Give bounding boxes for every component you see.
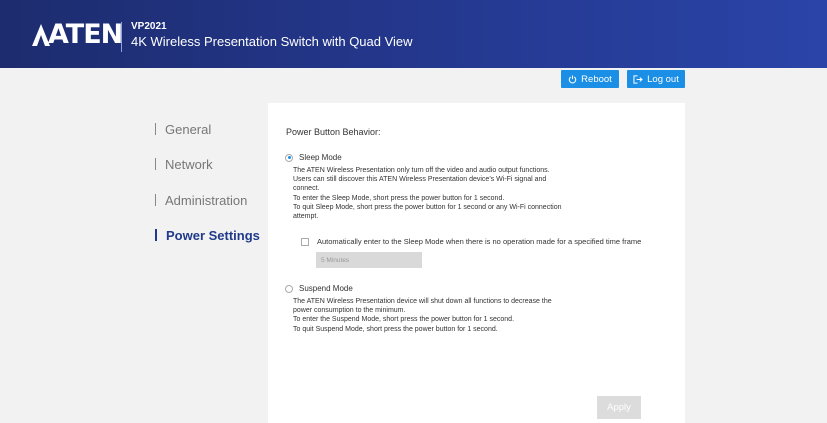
nav-marker [155, 158, 156, 170]
sleep-mode-description: The ATEN Wireless Presentation only turn… [293, 166, 653, 221]
description-line: To quit Suspend Mode, short press the po… [293, 325, 498, 333]
section-title: Power Button Behavior: [286, 127, 381, 137]
auto-sleep-label: Automatically enter to the Sleep Mode wh… [317, 237, 642, 246]
suspend-mode-description: The ATEN Wireless Presentation device wi… [293, 297, 653, 334]
sidebar-item-administration[interactable]: Administration [155, 193, 247, 208]
sidebar-item-network[interactable]: Network [155, 157, 213, 172]
nav-marker [155, 123, 156, 135]
sleep-mode-label: Sleep Mode [299, 153, 342, 162]
sidebar-item-label: Network [165, 157, 213, 172]
description-line: power consumption to the minimum. [293, 307, 406, 315]
description-line: To quit Sleep Mode, short press the powe… [293, 203, 562, 211]
description-line: To enter the Suspend Mode, short press t… [293, 316, 515, 324]
description-line: The ATEN Wireless Presentation device wi… [293, 298, 552, 305]
sidebar-item-label: Power Settings [166, 228, 260, 243]
nav-marker [155, 229, 157, 241]
sleep-mode-radio[interactable]: Sleep Mode [285, 153, 342, 162]
description-line: connect. [293, 185, 320, 193]
app-header: ATEN VP2021 4K Wireless Presentation Swi… [0, 0, 827, 68]
logout-icon [633, 74, 643, 84]
header-divider [121, 22, 122, 52]
product-name: 4K Wireless Presentation Switch with Qua… [131, 34, 413, 49]
radio-button-selected[interactable] [285, 153, 293, 162]
reboot-label: Reboot [581, 73, 612, 85]
suspend-mode-label: Suspend Mode [299, 284, 353, 293]
auto-sleep-checkbox[interactable] [301, 237, 309, 246]
description-line: Users can still discover this ATEN Wirel… [293, 176, 547, 184]
description-line: To enter the Sleep Mode, short press the… [293, 194, 505, 202]
sidebar-item-power-settings[interactable]: Power Settings [155, 228, 260, 243]
suspend-mode-radio[interactable]: Suspend Mode [285, 284, 353, 293]
sidebar-item-label: Administration [165, 193, 248, 208]
radio-button-unselected[interactable] [285, 284, 293, 293]
description-line: The ATEN Wireless Presentation only turn… [293, 167, 550, 174]
sidebar-item-general[interactable]: General [155, 122, 211, 137]
logo-text: ATEN [48, 19, 123, 50]
logout-label: Log out [647, 73, 679, 85]
sleep-timeout-select[interactable]: 5 Minutes [316, 252, 422, 268]
apply-button[interactable]: Apply [597, 396, 641, 419]
power-settings-panel: Power Button Behavior: Sleep Mode The AT… [268, 103, 685, 423]
model-name: VP2021 [131, 21, 167, 32]
auto-sleep-option[interactable]: Automatically enter to the Sleep Mode wh… [301, 237, 641, 246]
nav-marker [155, 194, 156, 206]
aten-logo: ATEN [32, 19, 123, 50]
logout-button[interactable]: Log out [627, 70, 685, 88]
power-icon [568, 75, 577, 83]
sidebar-item-label: General [165, 122, 212, 137]
reboot-button[interactable]: Reboot [561, 70, 619, 88]
description-line: attempt. [293, 213, 319, 221]
